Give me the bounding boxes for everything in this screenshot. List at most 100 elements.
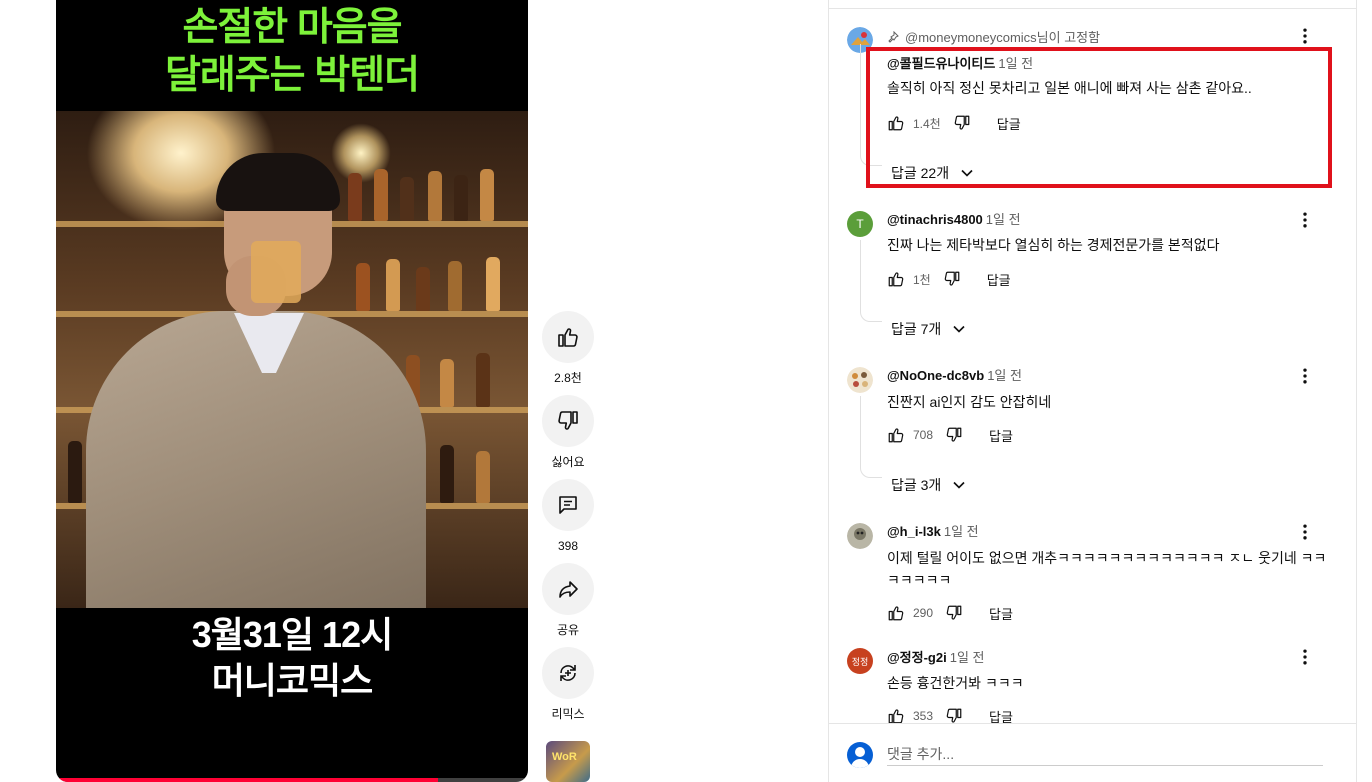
add-comment-input[interactable] — [887, 742, 1323, 766]
comment-more-button[interactable] — [1293, 208, 1317, 232]
comment-time[interactable]: 1일 전 — [998, 56, 1033, 71]
remix-label: 리믹스 — [551, 707, 585, 721]
comment-time[interactable]: 1일 전 — [944, 524, 979, 539]
video-caption-bottom: 3월31일 12시 머니코믹스 — [56, 612, 528, 704]
comment-header: @tinachris4800 1일 전 — [887, 211, 1021, 229]
comments-button[interactable] — [542, 479, 594, 531]
comment-reply-button[interactable]: 답글 — [997, 114, 1021, 133]
thumbs-up-icon — [888, 606, 904, 621]
comment-like-count: 1.4천 — [913, 116, 941, 131]
bottle — [416, 267, 430, 311]
show-replies-button[interactable]: 답글 22개 — [891, 163, 977, 183]
thumbs-down-icon — [558, 411, 578, 430]
comment-text: 진짜 나는 제타박보다 열심히 하는 경제전문가를 본적없다 — [887, 237, 1220, 253]
show-replies-button[interactable]: 답글 3개 — [891, 475, 969, 495]
remix-icon — [560, 665, 576, 681]
avatar-letter: 정정 — [851, 656, 869, 667]
comment-dislike-button[interactable] — [953, 114, 971, 132]
comment-more-button[interactable] — [1293, 364, 1317, 388]
comment-author[interactable]: @tinachris4800 — [887, 212, 983, 227]
thumbs-down-icon — [946, 427, 962, 442]
comment-author[interactable]: @콜필드유나이티드 — [887, 56, 995, 71]
sound-thumbnail[interactable]: WoR — [546, 741, 590, 782]
avatar[interactable] — [847, 523, 873, 549]
user-avatar[interactable] — [847, 742, 873, 768]
pin-icon — [888, 30, 899, 43]
video-progress-bar[interactable] — [56, 778, 528, 782]
bottle — [476, 451, 490, 503]
video-frame-image — [56, 111, 528, 608]
comment-dislike-button[interactable] — [943, 270, 961, 288]
comment-actions: 708 답글 — [887, 425, 1013, 445]
comment-reply-button[interactable]: 답글 — [989, 426, 1013, 445]
replies-count-label: 답글 3개 — [891, 477, 942, 493]
avatar[interactable]: 정정 — [847, 648, 873, 674]
more-vertical-icon — [1303, 649, 1307, 665]
shorts-video-player[interactable]: 손절한 마음을 달래주는 박텐더 3월31일 12시 머니코믹스 — [56, 0, 528, 782]
thread-line — [860, 44, 882, 166]
comment-reply-button[interactable]: 답글 — [989, 604, 1013, 623]
dislike-action: 싫어요 — [539, 395, 597, 470]
comment-more-button[interactable] — [1293, 24, 1317, 48]
comment-dislike-button[interactable] — [945, 604, 963, 622]
thumbs-up-icon — [888, 116, 904, 131]
comments-panel: @moneymoneycomics님이 고정함 @콜필드유나이티드 1일 전 솔직… — [828, 0, 1357, 782]
comment-like-button[interactable] — [887, 604, 905, 622]
comment-more-button[interactable] — [1293, 520, 1317, 544]
sound-thumbnail-text: WoR — [552, 751, 577, 763]
comment-more-button[interactable] — [1293, 645, 1317, 669]
avatar[interactable]: T — [847, 211, 873, 237]
bottle — [448, 261, 462, 311]
more-vertical-icon — [1303, 368, 1307, 384]
comment-like-button[interactable] — [887, 426, 905, 444]
comment-header: @NoOne-dc8vb 1일 전 — [887, 367, 1022, 385]
bottle — [476, 353, 490, 407]
comment-author[interactable]: @정정-g2i — [887, 650, 947, 665]
comment-like-count: 1천 — [913, 272, 931, 287]
like-count: 2.8천 — [554, 371, 582, 385]
comment-text: 진짠지 ai인지 감도 안잡히네 — [887, 394, 1052, 410]
pinned-indicator: @moneymoneycomics님이 고정함 — [887, 27, 1100, 46]
more-vertical-icon — [1303, 212, 1307, 228]
chevron-down-icon — [961, 169, 973, 177]
comment-author[interactable]: @h_i-l3k — [887, 524, 941, 539]
like-button[interactable] — [542, 311, 594, 363]
comment-like-button[interactable] — [887, 114, 905, 132]
comment-reply-button[interactable]: 답글 — [987, 270, 1011, 289]
bottle — [428, 171, 442, 221]
bottle — [454, 175, 468, 221]
comment-actions: 1.4천 답글 — [887, 113, 1021, 133]
comment-like-count: 708 — [913, 428, 934, 442]
avatar-image-icon — [847, 367, 873, 393]
comment-time[interactable]: 1일 전 — [986, 212, 1021, 227]
thumbs-up-icon — [888, 428, 904, 443]
caption-bottom-line-2: 머니코믹스 — [211, 660, 374, 701]
comment-header: @콜필드유나이티드 1일 전 — [887, 55, 1033, 73]
add-comment-bar — [829, 723, 1356, 782]
comment-author[interactable]: @NoOne-dc8vb — [887, 368, 984, 383]
comment-dislike-button[interactable] — [945, 426, 963, 444]
thumbs-down-icon — [954, 115, 970, 130]
caption-top-line-1: 손절한 마음을 — [182, 6, 402, 49]
remix-button[interactable] — [542, 647, 594, 699]
comment-text: 이제 털릴 어이도 없으면 개추ㅋㅋㅋㅋㅋㅋㅋㅋㅋㅋㅋㅋㅋ ㅈㄴ 웃기네 ㅋㅋㅋ… — [887, 550, 1327, 588]
pinned-text: @moneymoneycomics님이 고정함 — [905, 30, 1101, 45]
shorts-action-rail: 2.8천 싫어요 398 공유 리믹스 — [539, 311, 597, 731]
share-button[interactable] — [542, 563, 594, 615]
thread-line — [860, 396, 882, 478]
bottle — [348, 173, 362, 221]
comment-time[interactable]: 1일 전 — [950, 650, 985, 665]
dislike-button[interactable] — [542, 395, 594, 447]
comment-time[interactable]: 1일 전 — [987, 368, 1022, 383]
comment-actions: 290 답글 — [887, 603, 1013, 623]
thumbs-up-icon — [558, 328, 578, 347]
show-replies-button[interactable]: 답글 7개 — [891, 319, 969, 339]
whisky-glass — [251, 241, 301, 303]
avatar[interactable] — [847, 367, 873, 393]
comment-like-button[interactable] — [887, 270, 905, 288]
bottle — [440, 359, 454, 407]
bottle — [68, 441, 82, 503]
video-caption-top: 손절한 마음을 달래주는 박텐더 — [56, 4, 528, 100]
comments-action: 398 — [539, 479, 597, 554]
comment-text: 손등 흉건한거봐 ㅋㅋㅋ — [887, 675, 1024, 691]
